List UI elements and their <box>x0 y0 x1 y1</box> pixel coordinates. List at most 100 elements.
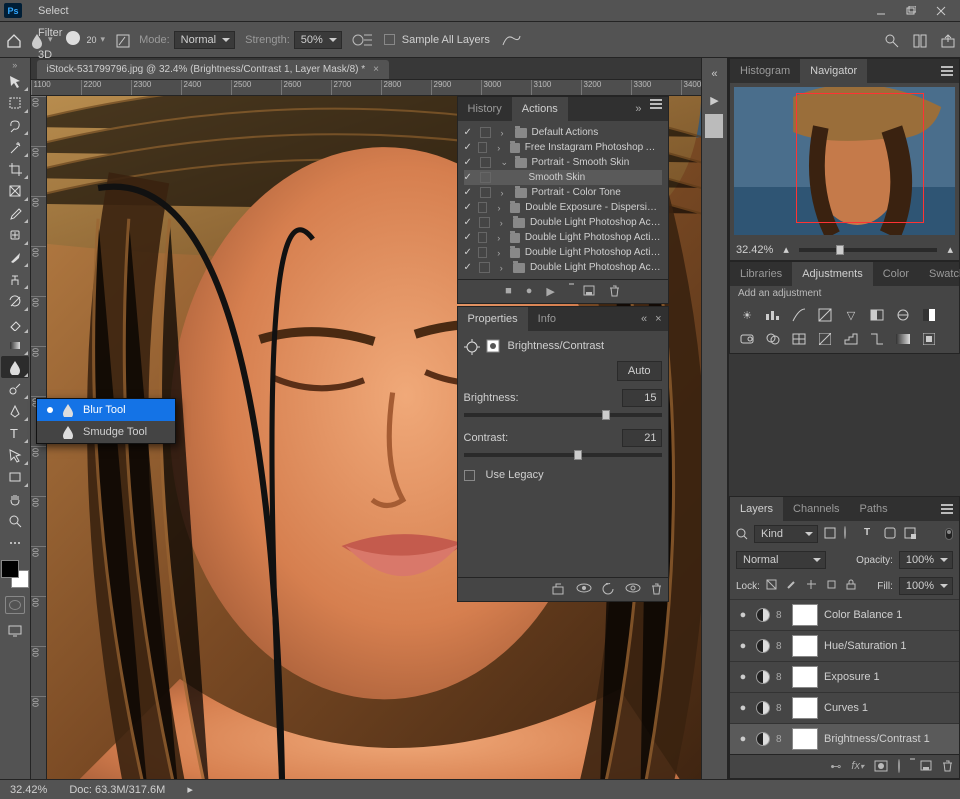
adj-vibrance-icon[interactable]: ▽ <box>842 307 860 323</box>
adj-selective-color-icon[interactable] <box>920 331 938 347</box>
tab-layers[interactable]: Layers <box>730 497 783 521</box>
layer-name[interactable]: Hue/Saturation 1 <box>824 640 907 652</box>
action-item[interactable]: ›Double Light Photoshop Action <box>464 215 662 230</box>
brush-panel-icon[interactable] <box>115 33 129 47</box>
tool-more[interactable] <box>1 532 29 554</box>
tab-actions[interactable]: Actions <box>512 97 568 121</box>
action-toggle-icon[interactable] <box>464 202 473 213</box>
layer-name[interactable]: Brightness/Contrast 1 <box>824 733 930 745</box>
layer-kind-select[interactable]: Kind <box>754 525 818 543</box>
lock-brush-icon[interactable] <box>786 579 800 593</box>
adj-photo-filter-icon[interactable] <box>738 331 756 347</box>
delete-adjustment-icon[interactable] <box>651 583 662 596</box>
action-toggle-icon[interactable] <box>464 127 475 138</box>
action-item[interactable]: ⌄Portrait - Smooth Skin <box>464 155 662 170</box>
blend-mode-select[interactable]: Normal <box>174 31 235 49</box>
tool-eraser[interactable] <box>1 312 29 334</box>
navigator-viewport-frame[interactable] <box>796 93 924 223</box>
dock-menu-icon[interactable] <box>705 118 723 134</box>
zoom-in-icon[interactable]: ▴ <box>947 243 953 256</box>
twirl-icon[interactable]: › <box>497 143 505 153</box>
tool-zoom[interactable] <box>1 510 29 532</box>
tool-eyedropper[interactable] <box>1 202 29 224</box>
tool-frame[interactable] <box>1 180 29 202</box>
mask-thumbnail[interactable] <box>792 728 818 750</box>
tool-marquee[interactable] <box>1 92 29 114</box>
status-more-icon[interactable]: ▸ <box>187 783 193 796</box>
action-item[interactable]: Smooth Skin <box>464 170 662 185</box>
layer-row[interactable]: 8Brightness/Contrast 1 <box>730 723 959 754</box>
twirl-icon[interactable]: › <box>497 248 505 258</box>
flyout-item[interactable]: Smudge Tool <box>37 421 175 443</box>
visibility-icon[interactable] <box>736 671 750 683</box>
action-item[interactable]: ›Double Exposure - Dispersion Effect <box>464 200 662 215</box>
workspace-icon[interactable] <box>912 33 926 47</box>
twirl-icon[interactable]: › <box>500 263 509 273</box>
collapse-icon[interactable]: » <box>635 103 641 115</box>
tool-hand[interactable] <box>1 488 29 510</box>
pressure-size-toggle[interactable] <box>500 32 522 48</box>
action-toggle-icon[interactable] <box>464 247 473 258</box>
fill-input[interactable]: 100% <box>899 577 953 595</box>
action-item[interactable]: ›Double Light Photoshop Action - C… <box>464 245 662 260</box>
layer-row[interactable]: 8Hue/Saturation 1 <box>730 630 959 661</box>
twirl-icon[interactable]: › <box>501 128 510 138</box>
brightness-input[interactable]: 15 <box>622 389 662 407</box>
color-swatches[interactable] <box>1 560 29 588</box>
dock-actions-icon[interactable]: ▶ <box>705 92 723 108</box>
close-tab-icon[interactable]: × <box>373 64 379 75</box>
action-toggle-icon[interactable] <box>464 187 475 198</box>
action-dialog-icon[interactable] <box>478 247 488 258</box>
dock-collapse-icon[interactable]: « <box>705 66 723 82</box>
delete-layer-icon[interactable] <box>942 760 953 773</box>
pressure-opacity-toggle[interactable] <box>352 32 374 48</box>
quick-mask-toggle[interactable] <box>5 596 25 614</box>
adj-exposure-icon[interactable] <box>816 307 834 323</box>
share-icon[interactable] <box>940 33 954 47</box>
brush-preset-picker[interactable]: 20 ▾ <box>63 30 106 50</box>
window-restore-button[interactable] <box>896 0 926 22</box>
adj-posterize-icon[interactable] <box>842 331 860 347</box>
layer-row[interactable]: 8Color Balance 1 <box>730 599 959 630</box>
play-icon[interactable]: ▶ <box>546 285 554 298</box>
visibility-icon[interactable] <box>736 640 750 652</box>
window-close-button[interactable] <box>926 0 956 22</box>
tool-blur[interactable] <box>1 356 29 378</box>
tab-history[interactable]: History <box>458 97 512 121</box>
view-previous-icon[interactable] <box>576 583 592 596</box>
tab-properties[interactable]: Properties <box>458 307 528 331</box>
layer-row[interactable]: 8Curves 1 <box>730 692 959 723</box>
action-item[interactable]: ›Default Actions <box>464 125 662 140</box>
document-tab[interactable]: iStock-531799796.jpg @ 32.4% (Brightness… <box>37 60 390 79</box>
mask-thumbnail[interactable] <box>792 697 818 719</box>
action-dialog-icon[interactable] <box>478 142 488 153</box>
flyout-item[interactable]: Blur Tool <box>37 399 175 421</box>
adj-curves-icon[interactable] <box>790 307 808 323</box>
search-icon[interactable] <box>884 33 898 47</box>
toggle-visibility-icon[interactable] <box>625 583 641 596</box>
layer-name[interactable]: Exposure 1 <box>824 671 880 683</box>
action-toggle-icon[interactable] <box>464 217 475 228</box>
visibility-icon[interactable] <box>736 609 750 621</box>
tool-spot-heal[interactable] <box>1 224 29 246</box>
tool-move[interactable] <box>1 70 29 92</box>
panel-menu-icon[interactable] <box>941 70 953 72</box>
filter-smart-icon[interactable] <box>904 527 918 541</box>
menu-select[interactable]: Select <box>30 0 85 22</box>
home-icon[interactable] <box>6 33 20 47</box>
mask-thumbnail[interactable] <box>792 635 818 657</box>
twirl-icon[interactable]: › <box>500 218 509 228</box>
twirl-icon[interactable]: › <box>497 233 505 243</box>
window-minimize-button[interactable] <box>866 0 896 22</box>
layer-name[interactable]: Curves 1 <box>824 702 868 714</box>
delete-icon[interactable] <box>609 285 620 298</box>
zoom-out-icon[interactable]: ▴ <box>783 243 789 256</box>
tool-brush[interactable] <box>1 246 29 268</box>
visibility-icon[interactable] <box>736 733 750 745</box>
tool-gradient[interactable] <box>1 334 29 356</box>
strength-select[interactable]: 50% <box>294 31 342 49</box>
tab-libraries[interactable]: Libraries <box>730 262 792 286</box>
action-toggle-icon[interactable] <box>464 172 475 183</box>
action-item[interactable]: ›Free Instagram Photoshop Actions… <box>464 140 662 155</box>
adj-bw-icon[interactable] <box>920 307 938 323</box>
